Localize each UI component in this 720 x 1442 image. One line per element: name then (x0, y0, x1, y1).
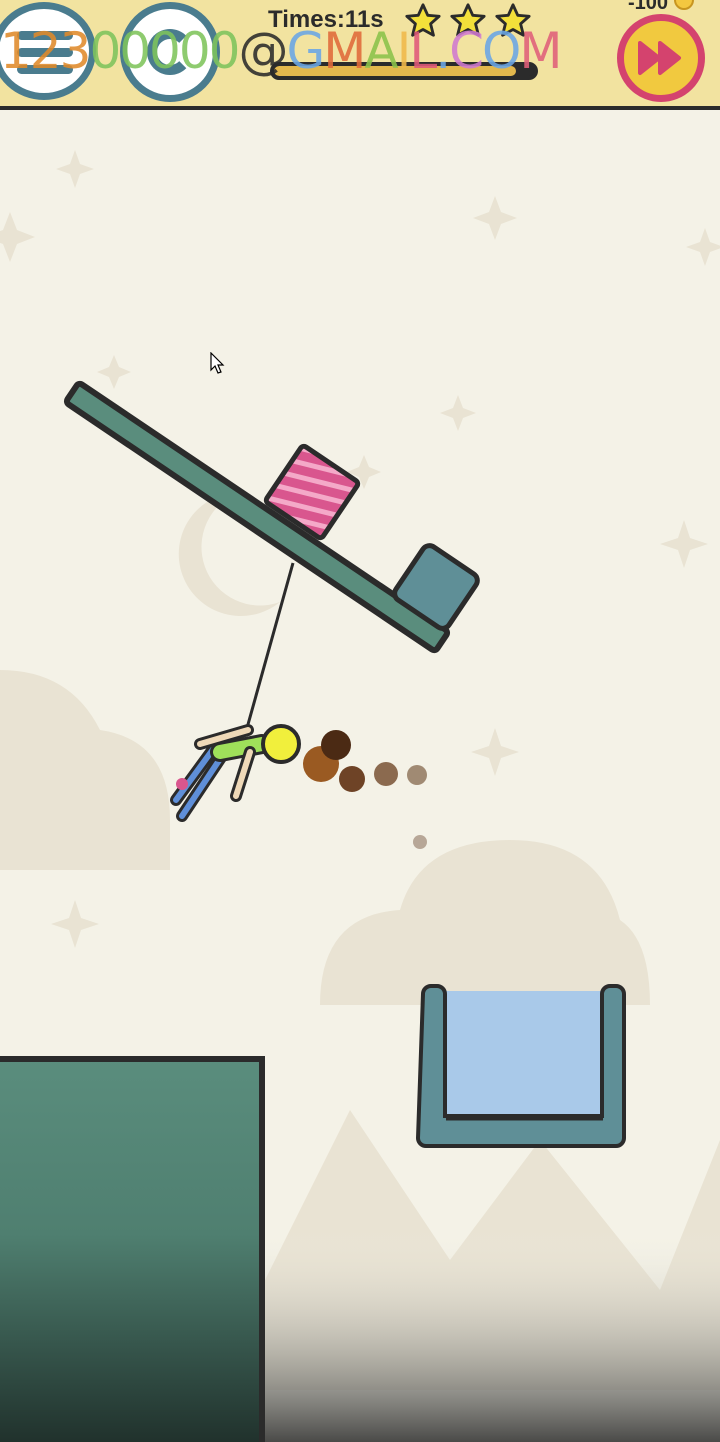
sparkle-icon (660, 520, 708, 568)
watermark-zeros: 00000 (89, 22, 240, 80)
game-stage: Times:11s -100 12300000@GMAIL.COM (0, 0, 720, 1442)
ragdoll-head (261, 724, 301, 764)
mouse-cursor-icon (210, 352, 225, 374)
dust-particles (303, 730, 427, 849)
watermark-prefix: 123 (0, 22, 91, 80)
cloud-shape (320, 840, 650, 1005)
watermark-letter: L (409, 22, 437, 80)
sparkle-icon (0, 212, 35, 262)
sparkle-icon (440, 395, 476, 431)
cloud-shape (0, 670, 170, 870)
water-fill (441, 991, 610, 1121)
game-world (0, 150, 720, 1442)
ragdoll-character (170, 724, 301, 822)
watermark-letter: O (482, 22, 521, 80)
watermark-letter: G (286, 22, 326, 80)
watermark-at: @ (238, 22, 289, 80)
rope (245, 562, 295, 729)
fast-forward-icon (638, 41, 681, 75)
coin-icon (674, 0, 694, 10)
start-platform (0, 1056, 265, 1442)
sparkle-icon (97, 355, 131, 389)
sparkle-icon (56, 150, 94, 188)
skip-level-button[interactable] (617, 14, 705, 102)
watermark-domain: GMAIL.COM (286, 22, 563, 80)
email-watermark: 12300000@GMAIL.COM (0, 20, 563, 82)
sparkle-icon (473, 196, 517, 240)
sparkle-icon (686, 228, 720, 266)
sparkle-icon (471, 728, 519, 776)
sparkle-icon (51, 900, 99, 948)
water-container (415, 984, 626, 1148)
watermark-letter: M (519, 22, 562, 80)
watermark-letter: A (364, 22, 398, 80)
watermark-letter: M (323, 22, 366, 80)
coin-counter: -100 (628, 0, 669, 14)
ragdoll-hand (176, 778, 188, 790)
watermark-letter: I (396, 22, 412, 80)
watermark-letter: C (449, 22, 484, 80)
watermark-letter: . (435, 22, 451, 80)
